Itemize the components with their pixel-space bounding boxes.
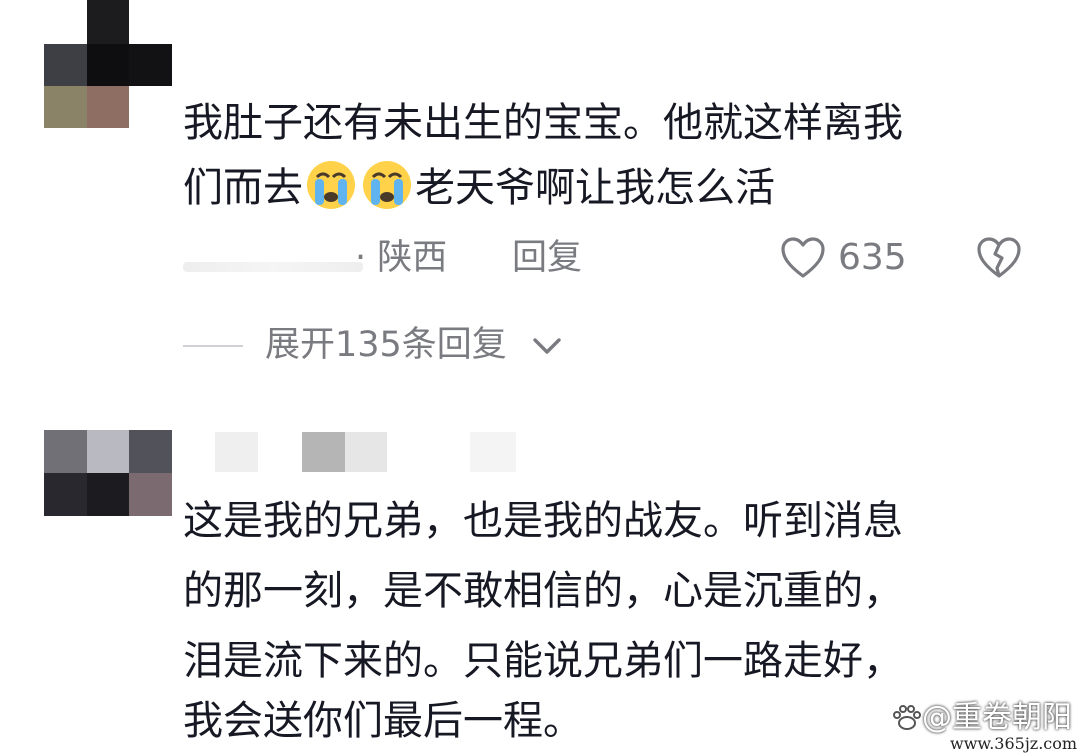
comment-text-line: 我会送你们最后一程。 [183, 698, 583, 744]
blurred-username [215, 432, 258, 472]
watermark-url: www.365jz.com [950, 734, 1078, 753]
like-count: 635 [838, 237, 907, 278]
avatar[interactable] [44, 430, 172, 516]
blurred-username [302, 432, 345, 472]
blurred-username [470, 432, 516, 472]
divider [183, 345, 243, 347]
expand-replies-button[interactable]: 展开135条回复 [265, 322, 507, 368]
crying-face-icon [363, 161, 411, 209]
heart-icon[interactable] [780, 236, 826, 280]
crying-face-icon [307, 161, 355, 209]
comment-text-line: 们而去 老天爷啊让我怎么活 [183, 153, 775, 223]
location-label: · 陕西 [355, 238, 448, 278]
watermark-brand: @重卷朝阳 [922, 700, 1072, 735]
comment-text-line: 我肚子还有未出生的宝宝。他就这样离我 [183, 100, 903, 146]
chevron-down-icon[interactable] [530, 332, 564, 360]
blurred-timestamp [183, 262, 363, 272]
comment-text-segment: 们而去 [183, 165, 303, 211]
reply-button[interactable]: 回复 [512, 236, 582, 280]
avatar[interactable] [44, 0, 172, 128]
broken-heart-icon[interactable] [975, 236, 1023, 280]
comment-text-segment: 老天爷啊让我怎么活 [415, 165, 775, 211]
paw-icon [893, 705, 921, 730]
comment-text-line: 的那一刻，是不敢相信的，心是沉重的， [183, 568, 903, 614]
comment-text-line: 这是我的兄弟，也是我的战友。听到消息 [183, 498, 903, 544]
blurred-username [345, 432, 387, 472]
